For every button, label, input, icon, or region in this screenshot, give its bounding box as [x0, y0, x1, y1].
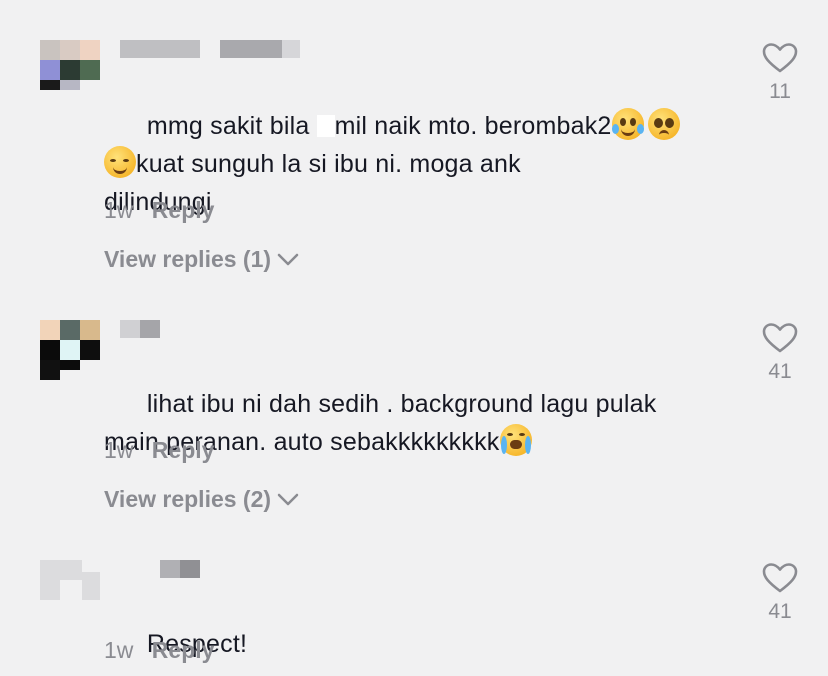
reply-button[interactable]: Reply: [152, 197, 215, 223]
comment-meta: 1w Reply: [104, 437, 214, 464]
loudly-crying-emoji: [499, 424, 532, 456]
like-button[interactable]: 41: [760, 562, 800, 624]
comment-text: lihat ibu ni dah sedih . background lagu…: [104, 390, 657, 456]
view-replies-button[interactable]: View replies (1): [104, 246, 299, 273]
relieved-emoji: [104, 146, 136, 178]
avatar[interactable]: [40, 320, 100, 380]
like-button[interactable]: 11: [760, 42, 800, 104]
chevron-down-icon: [277, 253, 299, 265]
like-count: 41: [768, 360, 792, 383]
like-count: 11: [769, 80, 791, 103]
like-count: 41: [768, 600, 792, 623]
chevron-down-icon: [277, 493, 299, 505]
view-replies-button[interactable]: View replies (2): [104, 486, 299, 513]
timestamp: 1w: [104, 437, 134, 463]
avatar[interactable]: [40, 560, 100, 620]
pleading-emoji: [647, 108, 680, 140]
comments-panel: mmg sakit bila mil naik mto. berombak2 ku…: [0, 0, 828, 676]
heart-icon: [762, 563, 798, 593]
joy-emoji: [611, 108, 644, 140]
comment-meta: 1w Reply: [104, 637, 214, 664]
redaction-block: [316, 115, 335, 137]
reply-button[interactable]: Reply: [152, 637, 215, 663]
like-button[interactable]: 41: [760, 322, 800, 384]
timestamp: 1w: [104, 637, 134, 663]
heart-icon: [762, 323, 798, 353]
reply-button[interactable]: Reply: [152, 437, 215, 463]
comment-text: mmg sakit bila mil naik mto. berombak2 ku…: [104, 69, 724, 259]
avatar[interactable]: [40, 40, 100, 100]
view-replies-label: View replies (2): [104, 486, 272, 512]
timestamp: 1w: [104, 197, 134, 223]
comment-meta: 1w Reply: [104, 197, 214, 224]
heart-icon: [762, 43, 798, 73]
view-replies-label: View replies (1): [104, 246, 272, 272]
